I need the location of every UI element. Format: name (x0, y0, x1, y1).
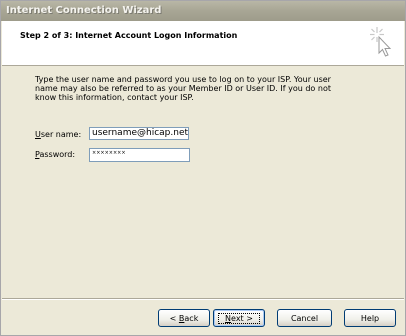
wizard-cursor-sparkle-icon (370, 27, 392, 57)
footer-separator (2, 298, 404, 300)
password-field[interactable]: ×××××××× (89, 148, 190, 162)
step-title: Step 2 of 3: Internet Account Logon Info… (20, 31, 238, 40)
instructions-text: Type the user name and password you use … (35, 75, 331, 102)
help-button[interactable]: Help (344, 309, 396, 327)
back-button[interactable]: < Back (158, 309, 210, 327)
cancel-button[interactable]: Cancel (277, 309, 332, 327)
window-title: Internet Connection Wizard (6, 5, 162, 16)
title-bar[interactable]: Internet Connection Wizard (1, 1, 405, 21)
username-label: User name: (35, 130, 82, 139)
next-button[interactable]: Next > (213, 309, 265, 327)
wizard-window: Internet Connection Wizard Step 2 of 3: … (0, 0, 406, 336)
password-label: Password: (35, 150, 76, 159)
username-field[interactable]: username@hicap.net (89, 127, 189, 140)
wizard-header: Step 2 of 3: Internet Account Logon Info… (2, 21, 404, 66)
